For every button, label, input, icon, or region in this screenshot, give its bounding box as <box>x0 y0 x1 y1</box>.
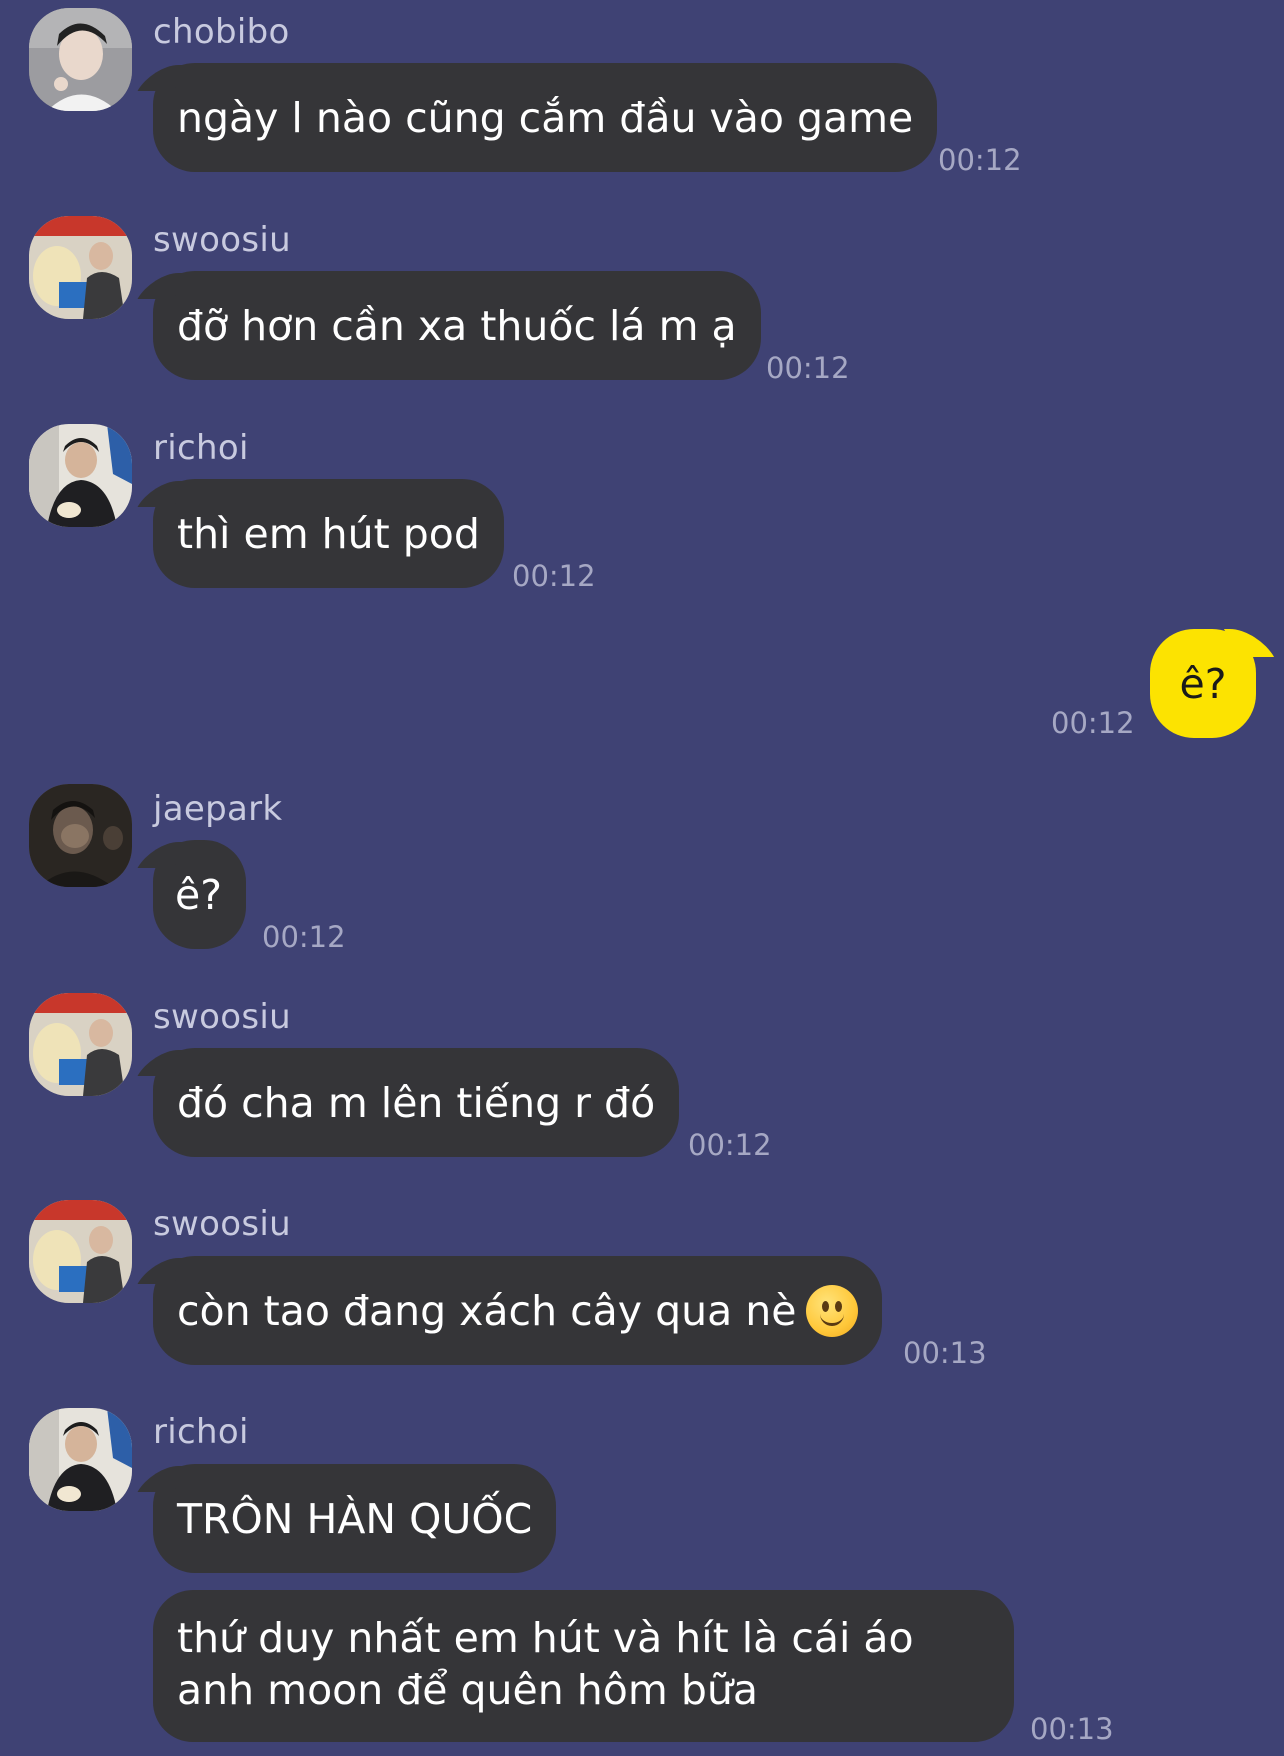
message-timestamp: 00:13 <box>1030 1712 1114 1746</box>
sender-name: chobibo <box>153 12 290 52</box>
sender-name: jaepark <box>153 789 283 829</box>
message-text: ê? <box>1179 659 1227 708</box>
message-bubble[interactable]: TRÔN HÀN QUỐC <box>153 1464 557 1573</box>
avatar-swoosiu[interactable] <box>29 1200 132 1303</box>
avatar-richoi[interactable] <box>29 424 132 527</box>
message-text: thứ duy nhất em hút và hít là cái áo anh… <box>177 1614 914 1714</box>
message-text: TRÔN HÀN QUỐC <box>177 1494 533 1543</box>
slightly-smiling-face-icon <box>806 1284 859 1337</box>
profile-photo-icon <box>29 1408 132 1511</box>
message-bubble[interactable]: thì em hút pod <box>153 479 504 588</box>
message-bubble[interactable]: ngày l nào cũng cắm đầu vào game <box>153 63 938 172</box>
sender-name: swoosiu <box>153 997 291 1037</box>
avatar-chobibo[interactable] <box>29 8 132 111</box>
message-text: ê? <box>175 870 222 919</box>
message-bubble[interactable]: thứ duy nhất em hút và hít là cái áo anh… <box>153 1590 1014 1742</box>
message-timestamp: 00:12 <box>688 1128 772 1162</box>
message-text: đỡ hơn cần xa thuốc lá m ạ <box>177 301 737 350</box>
profile-photo-icon <box>29 8 132 111</box>
message-text: ngày l nào cũng cắm đầu vào game <box>177 93 914 142</box>
sender-name: richoi <box>153 428 249 468</box>
message-text: còn tao đang xách cây qua nè <box>177 1286 797 1335</box>
my-message-bubble[interactable]: ê? <box>1150 629 1256 738</box>
message-text: thì em hút pod <box>177 509 480 558</box>
sender-name: richoi <box>153 1412 249 1452</box>
message-timestamp: 00:12 <box>512 559 596 593</box>
avatar-richoi[interactable] <box>29 1408 132 1511</box>
message-bubble[interactable]: đỡ hơn cần xa thuốc lá m ạ <box>153 271 761 380</box>
message-timestamp: 00:12 <box>1051 706 1135 740</box>
message-bubble[interactable]: còn tao đang xách cây qua nè <box>153 1256 883 1365</box>
profile-photo-icon <box>29 784 132 887</box>
message-timestamp: 00:12 <box>938 143 1022 177</box>
chat-message-list[interactable]: chobibo ngày l nào cũng cắm đầu vào game… <box>0 0 1284 1756</box>
avatar-swoosiu[interactable] <box>29 993 132 1096</box>
message-bubble[interactable]: ê? <box>153 840 246 949</box>
message-bubble[interactable]: đó cha m lên tiếng r đó <box>153 1048 680 1157</box>
profile-photo-icon <box>29 424 132 527</box>
message-timestamp: 00:12 <box>766 351 850 385</box>
profile-photo-icon <box>29 1200 132 1303</box>
message-timestamp: 00:12 <box>262 920 346 954</box>
message-text: đó cha m lên tiếng r đó <box>177 1078 656 1127</box>
sender-name: swoosiu <box>153 220 291 260</box>
avatar-swoosiu[interactable] <box>29 216 132 319</box>
sender-name: swoosiu <box>153 1204 291 1244</box>
profile-photo-icon <box>29 216 132 319</box>
message-timestamp: 00:13 <box>903 1336 987 1370</box>
avatar-jaepark[interactable] <box>29 784 132 887</box>
profile-photo-icon <box>29 993 132 1096</box>
